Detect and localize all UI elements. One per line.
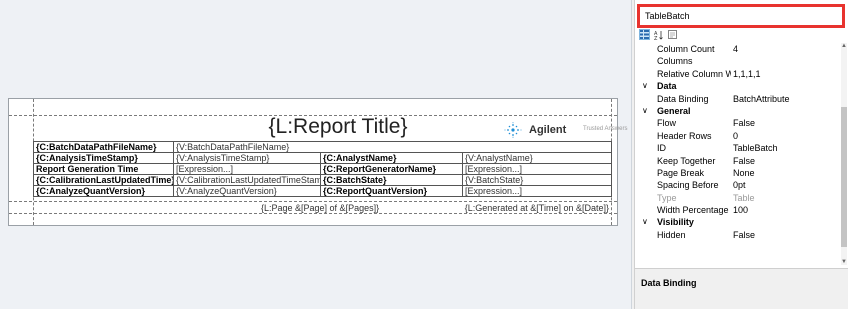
table-cell[interactable]: Report Generation Time	[33, 163, 174, 175]
logo-tagline: Trusted Answers	[583, 126, 628, 132]
table-row[interactable]: {C:AnalyzeQuantVersion} {V:AnalyzeQuantV…	[33, 185, 613, 197]
table-cell[interactable]: {C:ReportGeneratorName}	[320, 163, 463, 175]
property-name: ID	[657, 143, 666, 154]
agilent-spark-icon	[504, 122, 522, 138]
property-name: Header Rows	[657, 130, 712, 141]
property-row-column-count[interactable]: Column Count 4	[637, 43, 837, 55]
table-cell[interactable]: [Expression...]	[461, 163, 613, 175]
property-row-relative-column-widths[interactable]: Relative Column Widths 1,1,1,1	[637, 68, 837, 80]
property-row-id[interactable]: ID TableBatch	[637, 142, 837, 154]
table-cell[interactable]: {V:BatchDataPathFileName}	[172, 141, 613, 153]
table-row[interactable]: {C:BatchDataPathFileName} {V:BatchDataPa…	[33, 141, 613, 153]
category-general[interactable]: ∨ General	[637, 105, 837, 117]
company-logo[interactable]: Agilent	[503, 120, 566, 140]
property-value[interactable]: 1,1,1,1	[733, 68, 761, 80]
property-row-flow[interactable]: Flow False	[637, 117, 837, 129]
table-cell[interactable]: [Expression...]	[461, 185, 613, 197]
table-cell[interactable]: {C:CalibrationLastUpdatedTime}	[33, 174, 174, 186]
property-name: Type	[657, 192, 677, 203]
report-footer: {L:Page &[Page] of &[Pages]} {L:Generate…	[33, 203, 611, 215]
property-row-keep-together[interactable]: Keep Together False	[637, 155, 837, 167]
property-name: Columns	[657, 56, 693, 67]
svg-text:Z: Z	[654, 36, 658, 40]
table-cell[interactable]: {C:AnalyzeQuantVersion}	[33, 185, 174, 197]
property-description-panel: Data Binding	[635, 268, 848, 309]
generated-at-label[interactable]: {L:Generated at &[Time] on &[Date]}	[465, 203, 609, 213]
batch-table[interactable]: {C:BatchDataPathFileName} {V:BatchDataPa…	[33, 141, 613, 197]
property-value: Table	[733, 192, 755, 203]
property-name: Column Count	[657, 44, 715, 54]
report-page[interactable]: {L:Report Title} Agilent Trusted Answers	[8, 98, 627, 226]
table-cell[interactable]: {V:AnalystName}	[461, 152, 613, 164]
category-label: Visibility	[657, 217, 694, 228]
property-name: Page Break	[657, 167, 705, 178]
property-value[interactable]: None	[733, 167, 755, 179]
table-row[interactable]: {C:CalibrationLastUpdatedTime} {V:Calibr…	[33, 174, 613, 186]
property-description-title: Data Binding	[641, 278, 697, 288]
table-row[interactable]: {C:AnalysisTimeStamp} {V:AnalysisTimeSta…	[33, 152, 613, 164]
report-title[interactable]: {L:Report Title}	[193, 115, 483, 139]
chevron-down-icon[interactable]: ∨	[642, 216, 648, 228]
chevron-down-icon[interactable]: ∨	[642, 80, 648, 92]
categorized-view-icon[interactable]	[639, 29, 650, 40]
table-cell[interactable]: {C:BatchDataPathFileName}	[33, 141, 174, 153]
property-name: Spacing Before	[657, 180, 719, 191]
scroll-down-arrow-icon[interactable]: ▼	[841, 259, 847, 265]
table-cell[interactable]: {V:AnalysisTimeStamp}	[173, 152, 321, 164]
report-design-canvas[interactable]: {L:Report Title} Agilent Trusted Answers	[0, 0, 632, 309]
property-row-type[interactable]: Type Table	[637, 192, 837, 204]
property-value[interactable]: TableBatch	[733, 142, 778, 154]
category-data[interactable]: ∨ Data	[637, 80, 837, 92]
property-value[interactable]: False	[733, 117, 755, 129]
property-row-page-break[interactable]: Page Break None	[637, 167, 837, 179]
property-value[interactable]: BatchAttribute	[733, 93, 790, 105]
property-value[interactable]: False	[733, 155, 755, 167]
table-cell[interactable]: [Expression...]	[173, 163, 321, 175]
property-value[interactable]: 4	[733, 43, 738, 55]
property-row-data-binding[interactable]: Data Binding BatchAttribute	[637, 93, 837, 105]
property-row-width-percentage[interactable]: Width Percentage 100	[637, 204, 837, 216]
category-label: General	[657, 105, 691, 116]
property-value[interactable]: False	[733, 229, 755, 241]
property-row-columns[interactable]: Columns	[637, 55, 837, 67]
property-value[interactable]: 100	[733, 204, 748, 216]
property-row-hidden[interactable]: Hidden False	[637, 229, 837, 241]
selected-object-selector[interactable]: TableBatch	[637, 4, 845, 28]
property-grid-scrollbar[interactable]: ▲ ▼	[841, 43, 847, 265]
property-row-header-rows[interactable]: Header Rows 0	[637, 130, 837, 142]
table-row[interactable]: Report Generation Time [Expression...] {…	[33, 163, 613, 175]
properties-pane: TableBatch AZ Column Count 4 Columns Rel…	[634, 0, 848, 309]
property-name: Flow	[657, 118, 677, 129]
property-value[interactable]: 0pt	[733, 179, 746, 191]
property-name: Relative Column Widths	[657, 68, 731, 79]
property-row-spacing-before[interactable]: Spacing Before 0pt	[637, 179, 837, 191]
property-name: Data Binding	[657, 93, 709, 104]
chevron-down-icon[interactable]: ∨	[642, 105, 648, 117]
table-cell[interactable]: {C:BatchState}	[320, 174, 463, 186]
table-cell[interactable]: {V:CalibrationLastUpdatedTimeStamp}	[173, 174, 321, 186]
table-cell[interactable]: {C:ReportQuantVersion}	[320, 185, 463, 197]
properties-toolbar: AZ	[639, 29, 678, 41]
footer-guide	[9, 201, 617, 202]
table-cell[interactable]: {C:AnalysisTimeStamp}	[33, 152, 174, 164]
category-label: Data	[657, 81, 677, 92]
table-cell[interactable]: {C:AnalystName}	[320, 152, 463, 164]
property-value[interactable]: 0	[733, 130, 738, 142]
category-visibility[interactable]: ∨ Visibility	[637, 216, 837, 228]
table-cell[interactable]: {V:BatchState}	[461, 174, 613, 186]
page-number-label[interactable]: {L:Page &[Page] of &[Pages]}	[261, 203, 379, 213]
sort-alphabetical-icon[interactable]: AZ	[653, 29, 664, 40]
property-name: Keep Together	[657, 155, 716, 166]
table-cell[interactable]: {V:AnalyzeQuantVersion}	[173, 185, 321, 197]
property-grid[interactable]: Column Count 4 Columns Relative Column W…	[637, 43, 837, 241]
scrollbar-thumb[interactable]	[841, 107, 847, 247]
property-pages-icon[interactable]	[667, 29, 678, 40]
property-name: Width Percentage	[657, 205, 729, 216]
logo-text: Agilent	[529, 124, 567, 136]
scroll-up-arrow-icon[interactable]: ▲	[841, 43, 847, 49]
property-name: Hidden	[657, 229, 686, 240]
